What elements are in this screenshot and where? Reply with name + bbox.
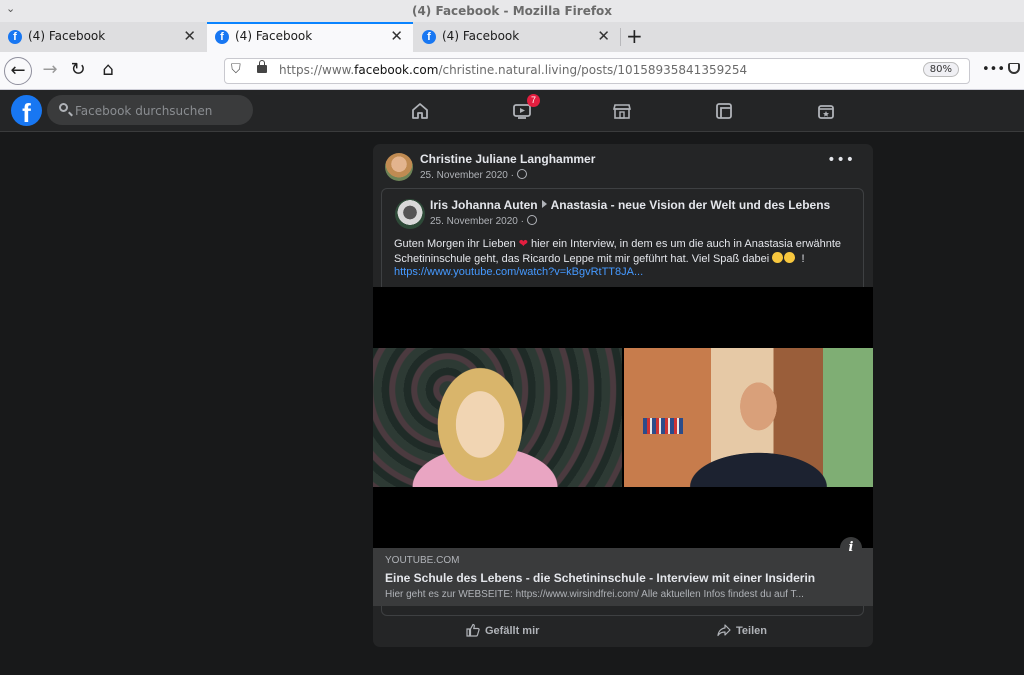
marketplace-icon[interactable]: [612, 101, 632, 121]
search-input[interactable]: [73, 101, 247, 121]
page-actions-icon[interactable]: •••: [982, 62, 1005, 77]
search-icon: [59, 103, 68, 112]
post-author[interactable]: Christine Juliane Langhammer: [420, 152, 595, 166]
tab-strip: f (4) Facebook ✕ f (4) Facebook ✕ f (4) …: [0, 22, 1024, 52]
youtube-link[interactable]: https://www.youtube.com/watch?v=kBgvRtTT…: [394, 266, 643, 278]
share-button[interactable]: Teilen: [717, 615, 767, 647]
close-tab-icon[interactable]: ✕: [183, 27, 196, 45]
forward-arrow-icon[interactable]: →: [36, 56, 64, 84]
video-thumbnail[interactable]: [373, 287, 873, 548]
reload-icon[interactable]: ↻: [64, 56, 92, 84]
lock-icon[interactable]: [257, 60, 267, 73]
home-icon[interactable]: ⌂: [94, 56, 122, 84]
link-domain: YOUTUBE.COM: [385, 555, 460, 566]
post-date[interactable]: 25. November 2020 ·: [420, 169, 527, 181]
wink-emoji-icon: [784, 251, 796, 263]
tracking-shield-icon[interactable]: ⛉: [231, 62, 241, 77]
zoom-level-button[interactable]: 80%: [922, 62, 959, 77]
close-tab-icon[interactable]: ✕: [390, 27, 403, 45]
info-icon[interactable]: i: [840, 537, 862, 559]
shared-group[interactable]: Anastasia - neue Vision der Welt und des…: [551, 198, 831, 212]
facebook-header: f 7: [0, 90, 1024, 132]
shared-post-date[interactable]: 25. November 2020 ·: [430, 215, 537, 227]
globe-icon: [516, 169, 527, 179]
tab-label: (4) Facebook: [28, 29, 106, 43]
navigation-toolbar: ← → ↻ ⌂ ⛉ https://www.facebook.com/chris…: [0, 52, 1024, 90]
like-button[interactable]: Gefällt mir: [466, 615, 539, 647]
share-arrow-icon: [717, 624, 731, 637]
shared-post-header: Iris Johanna Auten Anastasia - neue Visio…: [430, 198, 830, 212]
facebook-favicon-icon: f: [8, 30, 22, 44]
pocket-icon[interactable]: [1008, 63, 1020, 74]
facebook-favicon-icon: f: [422, 30, 436, 44]
title-bar: ⌄ (4) Facebook - Mozilla Firefox: [0, 0, 1024, 22]
watch-notification-badge: 7: [527, 94, 540, 107]
home-nav-icon[interactable]: [410, 101, 430, 121]
globe-icon: [526, 215, 537, 225]
address-bar[interactable]: ⛉ https://www.facebook.com/christine.nat…: [224, 58, 970, 84]
tab-2[interactable]: f (4) Facebook ✕: [207, 22, 413, 52]
arrow-right-icon: [541, 200, 547, 208]
tab-divider: [620, 28, 621, 46]
link-description: Hier geht es zur WEBSEITE: https://www.w…: [385, 589, 804, 600]
link-preview[interactable]: YOUTUBE.COM Eine Schule des Lebens - die…: [373, 548, 873, 606]
tab-3[interactable]: f (4) Facebook ✕: [414, 22, 620, 52]
smile-emoji-icon: [772, 251, 784, 263]
shared-author[interactable]: Iris Johanna Auten: [430, 198, 538, 212]
new-tab-plus-icon[interactable]: +: [626, 24, 643, 48]
tab-label: (4) Facebook: [235, 29, 313, 43]
tab-1[interactable]: f (4) Facebook ✕: [0, 22, 206, 52]
bookshelf-decor: [643, 418, 683, 434]
browser-chrome: ⌄ (4) Facebook - Mozilla Firefox f (4) F…: [0, 0, 1024, 90]
facebook-favicon-icon: f: [215, 30, 229, 44]
tab-label: (4) Facebook: [442, 29, 520, 43]
back-arrow-icon[interactable]: ←: [4, 57, 32, 85]
thumbs-up-icon: [466, 623, 480, 637]
post-card: Christine Juliane Langhammer 25. Novembe…: [373, 144, 873, 647]
shared-author-avatar[interactable]: [395, 199, 425, 229]
groups-icon[interactable]: [714, 101, 734, 121]
url-text[interactable]: https://www.facebook.com/christine.natur…: [279, 63, 747, 77]
shared-post-text: Guten Morgen ihr Lieben ❤ hier ein Inter…: [394, 238, 842, 265]
heart-emoji-icon: ❤: [518, 238, 528, 250]
video-split-divider: [622, 348, 624, 487]
window-title: (4) Facebook - Mozilla Firefox: [411, 4, 613, 18]
facebook-search[interactable]: [47, 95, 253, 125]
facebook-logo-icon[interactable]: f: [11, 95, 42, 128]
more-options-icon[interactable]: •••: [827, 152, 855, 168]
link-title[interactable]: Eine Schule des Lebens - die Schetininsc…: [385, 571, 815, 585]
close-tab-icon[interactable]: ✕: [597, 27, 610, 45]
gaming-icon[interactable]: [816, 101, 836, 121]
post-actions: Gefällt mir Teilen: [373, 615, 873, 647]
author-avatar[interactable]: [385, 153, 413, 181]
video-frame-left: [373, 348, 622, 487]
